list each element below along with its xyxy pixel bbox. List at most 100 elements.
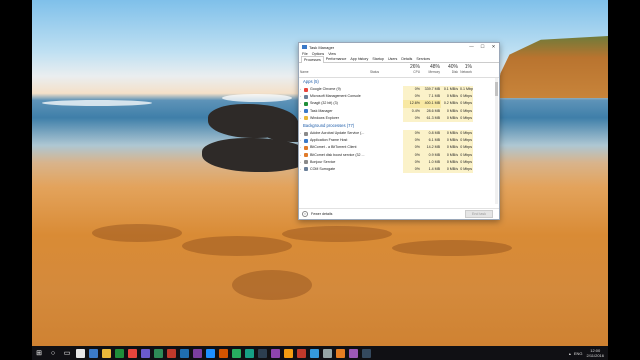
process-network: 0 Mbps xyxy=(459,137,473,145)
taskbar-app-icon[interactable] xyxy=(232,348,241,358)
task-manager-icon xyxy=(302,45,307,49)
taskbar-app-icon[interactable] xyxy=(258,348,267,358)
sand-ripple xyxy=(392,240,512,256)
process-name-cell: › Windows Explorer xyxy=(299,115,369,122)
process-row[interactable]: › BitComet - a BitTorrent Client 0% 14.2 MB… xyxy=(299,144,499,152)
sand-ripple xyxy=(232,270,312,300)
process-name-cell: › BitComet disk boost service (32 ... xyxy=(299,152,369,159)
taskbar-app-icon[interactable] xyxy=(102,348,111,358)
process-cpu: 0% xyxy=(403,151,421,159)
window-title: Task Manager xyxy=(309,44,335,50)
system-tray: ▴ ENG 12:00 2/11/2016 xyxy=(569,348,608,358)
start-button[interactable]: ⊞ xyxy=(34,348,44,358)
process-name: Application Frame Host xyxy=(310,138,348,143)
minimize-button[interactable]: — xyxy=(466,44,477,50)
taskbar-app-icon[interactable] xyxy=(284,348,293,358)
taskbar-app-icon[interactable] xyxy=(89,348,98,358)
process-row[interactable]: › Snagit (32 bit) (3) 12.6% 400.1 MB 0.2 MB/… xyxy=(299,100,499,108)
column-disk[interactable]: 40% Disk xyxy=(441,63,459,77)
tab-details[interactable]: Details xyxy=(399,56,414,62)
column-name[interactable]: Name xyxy=(299,63,369,77)
taskbar-app-icon[interactable] xyxy=(219,348,228,358)
process-row[interactable]: › Task Manager 0.4% 28.6 MB 0 MB/s 0 Mbps xyxy=(299,107,499,115)
search-button[interactable]: ○ xyxy=(48,348,58,358)
process-name: Windows Explorer xyxy=(310,115,339,120)
process-status xyxy=(369,100,403,107)
network-icon[interactable]: ▴ xyxy=(569,351,571,356)
task-manager-window: Task Manager — ☐ ✕ File Options View Pro… xyxy=(298,42,500,220)
taskbar-app-icon[interactable] xyxy=(76,348,85,358)
vertical-scrollbar[interactable] xyxy=(495,78,498,204)
group-background[interactable]: Background processes (77) xyxy=(299,122,499,130)
taskbar-app-icon[interactable] xyxy=(180,348,189,358)
scrollbar-thumb[interactable] xyxy=(495,82,498,96)
fewer-details-label: Fewer details xyxy=(311,212,333,216)
task-view-button[interactable]: ▭ xyxy=(62,348,72,358)
language-indicator[interactable]: ENG xyxy=(574,351,583,356)
taskbar-app-icon[interactable] xyxy=(271,348,280,358)
process-disk: 0 MB/s xyxy=(441,158,459,166)
close-button[interactable]: ✕ xyxy=(488,44,499,50)
process-disk: 0 MB/s xyxy=(441,151,459,159)
end-task-button[interactable]: End task xyxy=(465,210,493,218)
process-row[interactable]: › COM Surrogate 0% 1.4 MB 0 MB/s 0 Mbps xyxy=(299,165,499,174)
tab-services[interactable]: Services xyxy=(414,56,432,62)
wallpaper-rock xyxy=(202,138,312,172)
taskbar-app-icon[interactable] xyxy=(362,348,371,358)
fewer-details-button[interactable]: ˄ Fewer details xyxy=(299,211,332,217)
taskbar-app-icon[interactable] xyxy=(206,348,215,358)
taskbar-app-icon[interactable] xyxy=(128,348,137,358)
tab-users[interactable]: Users xyxy=(386,56,399,62)
process-status xyxy=(369,115,403,122)
process-cpu: 0% xyxy=(403,93,421,101)
taskbar-app-icon[interactable] xyxy=(245,348,254,358)
taskbar-app-icon[interactable] xyxy=(141,348,150,358)
process-cpu: 0% xyxy=(403,137,421,145)
column-status[interactable]: Status xyxy=(369,63,403,77)
window-controls: — ☐ ✕ xyxy=(466,44,499,50)
clock[interactable]: 12:00 2/11/2016 xyxy=(587,348,605,358)
taskbar-app-icon[interactable] xyxy=(323,348,332,358)
process-cpu: 0% xyxy=(403,144,421,152)
column-cpu[interactable]: 26% CPU xyxy=(403,63,421,77)
taskbar-app-icon[interactable] xyxy=(336,348,345,358)
process-icon xyxy=(304,145,308,150)
taskbar-app-icon[interactable] xyxy=(310,348,319,358)
process-name: COM Surrogate xyxy=(310,166,336,171)
process-row[interactable]: › Microsoft Management Console 0% 7.1 MB 0 M… xyxy=(299,93,499,101)
taskbar-app-icon[interactable] xyxy=(115,348,124,358)
group-apps[interactable]: Apps (5) xyxy=(299,78,499,86)
taskbar-app-icon[interactable] xyxy=(297,348,306,358)
tab-processes[interactable]: Processes xyxy=(301,55,324,63)
process-network: 0 Mbps xyxy=(459,100,473,108)
tab-performance[interactable]: Performance xyxy=(324,56,349,62)
process-name-cell: › Microsoft Management Console xyxy=(299,93,369,100)
process-disk: 0.1 MB/s xyxy=(441,86,459,94)
process-icon xyxy=(304,138,308,143)
process-network: 0.1 Mbps xyxy=(459,86,473,94)
process-disk: 0 MB/s xyxy=(441,137,459,145)
process-cpu: 0% xyxy=(403,129,421,138)
title-bar[interactable]: Task Manager — ☐ ✕ xyxy=(299,43,499,51)
process-network: 0 Mbps xyxy=(459,107,473,115)
column-network[interactable]: 1% Network xyxy=(459,63,473,77)
process-row[interactable]: › BitComet disk boost service (32 ... 0% 0.… xyxy=(299,151,499,159)
process-name-cell: › Google Chrome (9) xyxy=(299,86,369,93)
column-memory[interactable]: 48% Memory xyxy=(421,63,441,77)
maximize-button[interactable]: ☐ xyxy=(477,44,488,50)
process-cpu: 12.6% xyxy=(403,100,421,108)
process-disk: 0 MB/s xyxy=(441,165,459,174)
process-row[interactable]: › Application Frame Host 0% 6.1 MB 0 MB/s 0 M… xyxy=(299,137,499,145)
taskbar-app-icon[interactable] xyxy=(193,348,202,358)
process-row[interactable]: › Adobe Acrobat Update Service (... 0% 0.8 … xyxy=(299,129,499,138)
process-status xyxy=(369,137,403,144)
taskbar-app-icon[interactable] xyxy=(349,348,358,358)
process-row[interactable]: › Bonjour Service 0% 1.0 MB 0 MB/s 0 Mbps xyxy=(299,158,499,166)
tab-app-history[interactable]: App history xyxy=(348,56,370,62)
process-row[interactable]: › Google Chrome (9) 0% 339.7 MB 0.1 MB/s 0.1 … xyxy=(299,86,499,94)
menu-view[interactable]: View xyxy=(328,52,336,56)
tab-startup[interactable]: Startup xyxy=(370,56,386,62)
taskbar-app-icon[interactable] xyxy=(154,348,163,358)
process-row[interactable]: › Windows Explorer 0% 61.3 MB 0 MB/s 0 Mbps xyxy=(299,114,499,122)
taskbar-app-icon[interactable] xyxy=(167,348,176,358)
